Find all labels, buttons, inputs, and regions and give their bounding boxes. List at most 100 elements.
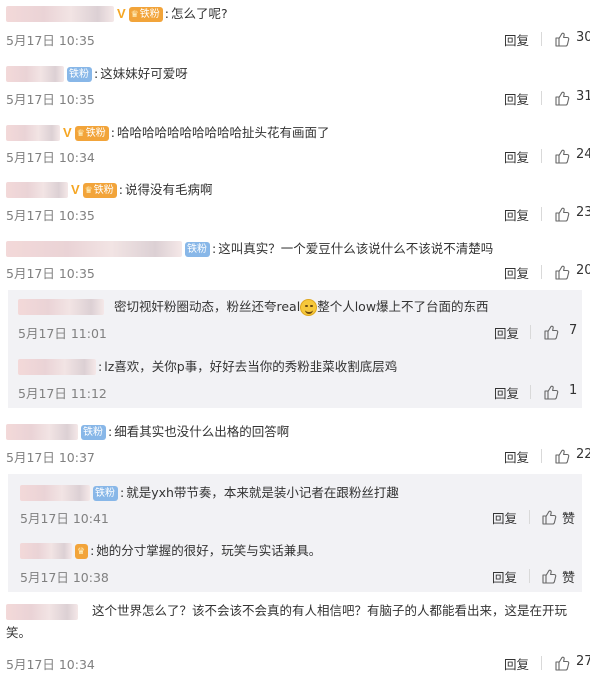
reply-time: 5月17日 10:38 <box>20 569 109 585</box>
comment: 铁粉 : 这妹妹好可爱呀 5月17日 10:35 回复 31 <box>0 60 590 120</box>
username-blurred[interactable] <box>6 66 64 82</box>
crown-icon: ♛ <box>130 9 139 20</box>
username-blurred[interactable] <box>6 182 68 198</box>
comment: V ♛铁粉 : 说得没有毛病啊 5月17日 10:35 回复 23 <box>0 178 590 236</box>
like-count: 20 <box>576 263 590 278</box>
like-count: 23 <box>576 205 590 220</box>
reply-time: 5月17日 10:41 <box>20 510 109 526</box>
like-label[interactable]: 赞 <box>562 567 575 586</box>
reply-time: 5月17日 11:12 <box>18 385 107 401</box>
comment-time: 5月17日 10:35 <box>6 265 95 281</box>
reply-button[interactable]: 回复 <box>504 89 529 108</box>
reply-button[interactable]: 回复 <box>504 263 529 282</box>
thumbs-up-icon[interactable] <box>554 655 570 671</box>
username-blurred[interactable] <box>6 424 78 440</box>
thumbs-up-icon[interactable] <box>554 90 570 106</box>
divider <box>541 91 542 105</box>
reply-button[interactable]: 回复 <box>494 323 519 342</box>
sub-replies: 密切视奸粉圈动态，粉丝还夸real 整个人low爆上不了台面的东西 5月17日 … <box>8 290 582 408</box>
verified-icon: V <box>71 182 80 197</box>
sub-reply: 铁粉 : 就是yxh带节奏，本来就是装小记者在跟粉丝打趣 5月17日 10:41… <box>20 485 576 527</box>
reply-button[interactable]: 回复 <box>494 383 519 402</box>
comment-time: 5月17日 10:35 <box>6 207 95 223</box>
divider <box>530 325 531 339</box>
fan-badge: 铁粉 <box>93 485 118 501</box>
like-count: 27 <box>576 654 590 669</box>
username-blurred[interactable] <box>6 6 114 22</box>
comment-text: 哈哈哈哈哈哈哈哈哈哈扯头花有画面了 <box>116 125 330 140</box>
comment-time: 5月17日 10:37 <box>6 449 95 465</box>
like-label[interactable]: 赞 <box>562 508 575 527</box>
reply-button[interactable]: 回复 <box>504 30 529 49</box>
thumbs-up-icon[interactable] <box>554 206 570 222</box>
like-count: 1 <box>569 383 578 398</box>
fan-badge: 铁粉 <box>185 241 210 257</box>
username-blurred[interactable] <box>6 603 78 620</box>
reply-button[interactable]: 回复 <box>504 205 529 224</box>
comment: 铁粉 : 细看其实也没什么出格的回答啊 5月17日 10:37 回复 22 <box>0 414 590 472</box>
comment-text: 怎么了呢? <box>170 6 228 21</box>
divider <box>529 510 530 524</box>
crown-icon: ♛ <box>77 546 86 557</box>
thumbs-up-icon[interactable] <box>543 324 559 340</box>
username-blurred[interactable] <box>18 299 104 315</box>
reply-text: lz喜欢，关你p事，好好去当你的秀粉韭菜收割底层鸡 <box>104 359 398 374</box>
reply-button[interactable]: 回复 <box>492 508 517 527</box>
reply-button[interactable]: 回复 <box>504 147 529 166</box>
like-count: 22 <box>576 447 590 462</box>
username-blurred[interactable] <box>6 241 182 257</box>
sub-reply: ♛ : 她的分寸掌握的很好，玩笑与实话兼具。 5月17日 10:38 回复 赞 <box>20 543 576 586</box>
thumbs-up-icon[interactable] <box>543 384 559 400</box>
fan-badge: 铁粉 <box>81 424 106 440</box>
username-blurred[interactable] <box>20 543 72 559</box>
divider <box>530 385 531 399</box>
reply-button[interactable]: 回复 <box>504 654 529 673</box>
reply-time: 5月17日 11:01 <box>18 325 107 341</box>
reply-text: 就是yxh带节奏，本来就是装小记者在跟粉丝打趣 <box>126 485 399 500</box>
verified-icon: V <box>117 6 126 21</box>
comment: 这个世界怎么了？该不会该不会真的有人相信吧？有脑子的人都能看出来，这是在开玩笑。… <box>0 598 590 680</box>
thumbs-up-icon[interactable] <box>554 148 570 164</box>
fan-badge: ♛铁粉 <box>74 125 109 141</box>
comment-text: 这个世界怎么了？该不会该不会真的有人相信吧？有脑子的人都能看出来，这是在开玩笑。 <box>6 603 567 640</box>
thumbs-up-icon[interactable] <box>554 448 570 464</box>
divider <box>541 265 542 279</box>
verified-icon: V <box>63 125 72 140</box>
thumbs-up-icon[interactable] <box>554 264 570 280</box>
like-count: 24 <box>576 147 590 162</box>
comment: 铁粉 : 这叫真实？一个爱豆什么该说什么不该说不清楚吗 5月17日 10:35 … <box>0 236 590 290</box>
reply-text: 她的分寸掌握的很好，玩笑与实话兼具。 <box>96 543 322 558</box>
like-count: 31 <box>576 89 590 104</box>
sub-reply: : lz喜欢，关你p事，好好去当你的秀粉韭菜收割底层鸡 5月17日 11:12 … <box>18 359 578 402</box>
reply-text: 密切视奸粉圈动态，粉丝还夸real <box>114 299 301 314</box>
sub-replies: 铁粉 : 就是yxh带节奏，本来就是装小记者在跟粉丝打趣 5月17日 10:41… <box>8 474 582 592</box>
comment: V ♛铁粉 : 怎么了呢? 5月17日 10:35 回复 30 <box>0 0 590 60</box>
comment-text: 这叫真实？一个爱豆什么该说什么不该说不清楚吗 <box>218 241 494 256</box>
divider <box>529 569 530 583</box>
thumbs-up-icon[interactable] <box>554 31 570 47</box>
crown-badge: ♛ <box>75 543 89 559</box>
divider <box>541 207 542 221</box>
fan-badge: ♛铁粉 <box>128 6 163 22</box>
username-blurred[interactable] <box>20 485 90 501</box>
thumbs-up-icon[interactable] <box>541 509 557 525</box>
comment-text: 说得没有毛病啊 <box>124 182 213 197</box>
comment-time: 5月17日 10:34 <box>6 656 95 672</box>
grinning-sweat-emoji <box>300 298 318 316</box>
divider <box>541 32 542 46</box>
username-blurred[interactable] <box>6 125 60 141</box>
comment-text: 这妹妹好可爱呀 <box>100 66 188 81</box>
username-blurred[interactable] <box>18 359 96 375</box>
comment-time: 5月17日 10:35 <box>6 91 95 107</box>
reply-button[interactable]: 回复 <box>492 567 517 586</box>
crown-icon: ♛ <box>84 185 93 196</box>
sub-reply: 密切视奸粉圈动态，粉丝还夸real 整个人low爆上不了台面的东西 5月17日 … <box>8 290 582 348</box>
like-count: 7 <box>569 323 578 338</box>
divider <box>541 656 542 670</box>
fan-badge: ♛铁粉 <box>82 182 117 198</box>
like-count: 30 <box>576 30 590 45</box>
fan-badge: 铁粉 <box>67 66 92 82</box>
reply-button[interactable]: 回复 <box>504 447 529 466</box>
reply-text: 整个人low爆上不了台面的东西 <box>317 299 489 314</box>
thumbs-up-icon[interactable] <box>541 568 557 584</box>
